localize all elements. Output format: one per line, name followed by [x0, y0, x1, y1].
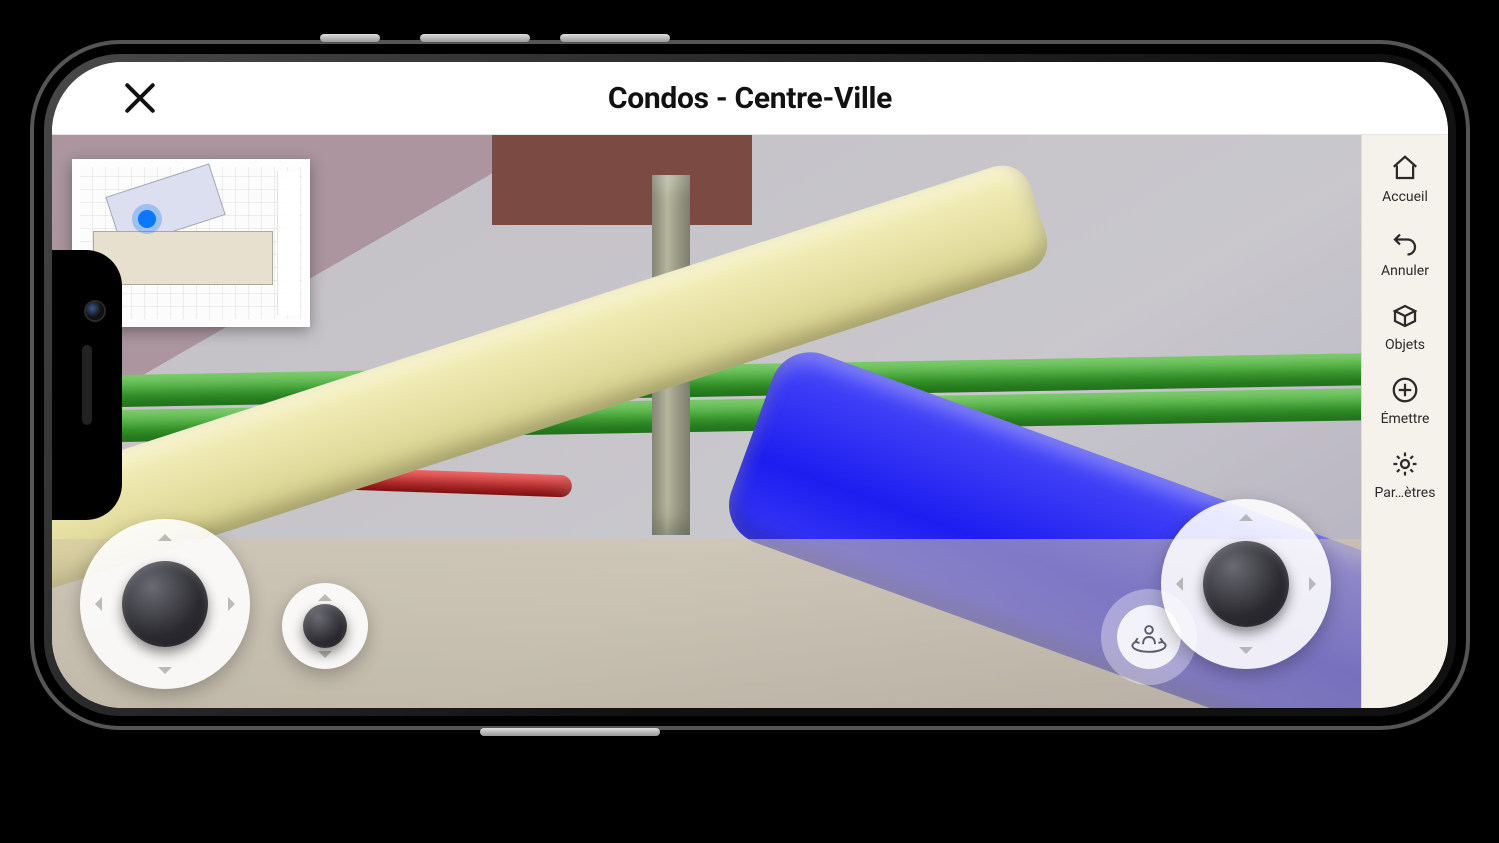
- app-body: Accueil Annuler Objets: [52, 135, 1448, 708]
- screen: Condos - Centre-Ville: [52, 62, 1448, 708]
- sidebar-item-label: Accueil: [1382, 189, 1428, 205]
- front-camera: [86, 302, 104, 320]
- duct: [492, 135, 752, 225]
- sidebar-item-objects[interactable]: Objets: [1362, 301, 1448, 353]
- sidebar-item-label: Objets: [1385, 337, 1425, 353]
- power-button: [480, 728, 660, 736]
- viewport-3d[interactable]: [52, 135, 1361, 708]
- chevron-right-icon: [228, 597, 242, 611]
- close-button[interactable]: [122, 80, 158, 116]
- chevron-up-icon: [318, 587, 332, 601]
- sidebar-item-home[interactable]: Accueil: [1362, 153, 1448, 205]
- sidebar-item-label: Par…ètres: [1375, 485, 1436, 501]
- earpiece: [82, 345, 92, 425]
- silence-switch: [320, 34, 380, 42]
- volume-down-button: [560, 34, 670, 42]
- objects-icon: [1390, 301, 1420, 331]
- person-rotate-icon: [1130, 618, 1168, 656]
- elevation-joystick[interactable]: [282, 583, 368, 669]
- chevron-up-icon: [1239, 507, 1253, 521]
- chevron-left-icon: [88, 597, 102, 611]
- chevron-right-icon: [1309, 577, 1323, 591]
- gear-icon: [1390, 449, 1420, 479]
- app-header: Condos - Centre-Ville: [52, 62, 1448, 135]
- chevron-left-icon: [1169, 577, 1183, 591]
- minimap-legend-strip: [277, 171, 300, 315]
- chevron-down-icon: [318, 651, 332, 665]
- sidebar-item-undo[interactable]: Annuler: [1362, 227, 1448, 279]
- move-joystick[interactable]: [80, 519, 250, 689]
- sidebar-item-label: Émettre: [1381, 411, 1430, 427]
- minimap-position-marker: [138, 210, 156, 228]
- undo-icon: [1390, 227, 1420, 257]
- sidebar-item-label: Annuler: [1381, 263, 1429, 279]
- sidebar-item-raise[interactable]: Émettre: [1362, 375, 1448, 427]
- look-joystick[interactable]: [1161, 499, 1331, 669]
- phone-frame: Condos - Centre-Ville: [30, 40, 1470, 730]
- notch: [52, 250, 122, 520]
- chevron-up-icon: [158, 527, 172, 541]
- plus-circle-icon: [1390, 375, 1420, 405]
- page-title: Condos - Centre-Ville: [52, 81, 1448, 116]
- chevron-down-icon: [1239, 647, 1253, 661]
- chevron-down-icon: [158, 667, 172, 681]
- right-sidebar: Accueil Annuler Objets: [1361, 135, 1448, 708]
- home-icon: [1390, 153, 1420, 183]
- sidebar-item-settings[interactable]: Par…ètres: [1362, 449, 1448, 501]
- volume-up-button: [420, 34, 530, 42]
